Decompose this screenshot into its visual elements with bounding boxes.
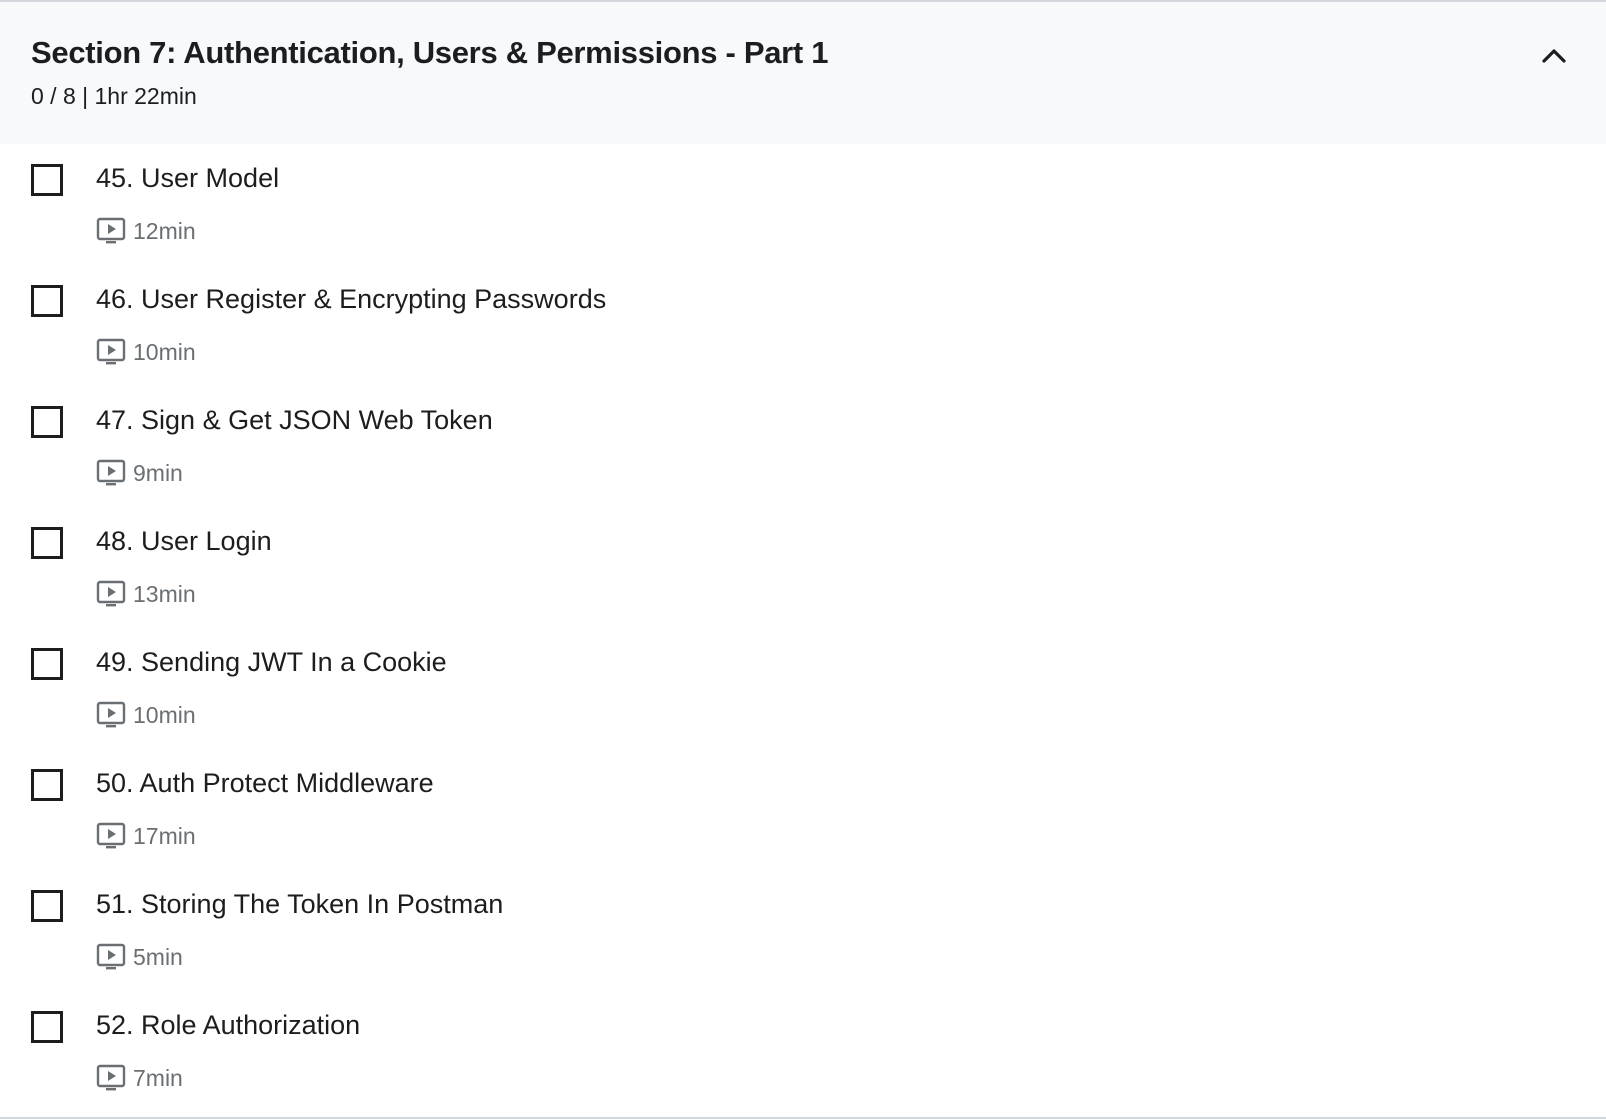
lecture-meta: 12min — [96, 216, 196, 246]
lecture-meta: 13min — [96, 579, 196, 609]
section-title: Section 7: Authentication, Users & Permi… — [31, 35, 829, 70]
lecture-meta: 10min — [96, 337, 196, 367]
lecture-title: 46. User Register & Encrypting Passwords — [96, 284, 607, 314]
chevron-up-icon[interactable] — [1536, 38, 1572, 74]
lecture-title: 45. User Model — [96, 163, 280, 193]
lecture-item[interactable]: 49. Sending JWT In a Cookie 10min — [0, 628, 1606, 749]
lecture-item[interactable]: 51. Storing The Token In Postman 5min — [0, 870, 1606, 991]
lecture-item[interactable]: 52. Role Authorization 7min — [0, 991, 1606, 1112]
lecture-complete-checkbox[interactable] — [31, 1011, 63, 1043]
lecture-duration: 7min — [133, 1065, 183, 1091]
lecture-complete-checkbox[interactable] — [31, 890, 63, 922]
lecture-title: 51. Storing The Token In Postman — [96, 889, 504, 919]
lecture-title: 48. User Login — [96, 526, 272, 556]
section-progress-duration: 0 / 8 | 1hr 22min — [31, 83, 197, 109]
lecture-title: 49. Sending JWT In a Cookie — [96, 647, 447, 677]
video-icon — [96, 822, 126, 850]
lecture-meta: 17min — [96, 821, 196, 851]
lecture-title: 47. Sign & Get JSON Web Token — [96, 405, 493, 435]
video-icon — [96, 338, 126, 366]
lecture-duration: 10min — [133, 339, 196, 365]
video-icon — [96, 943, 126, 971]
lecture-complete-checkbox[interactable] — [31, 406, 63, 438]
lecture-duration: 10min — [133, 702, 196, 728]
video-icon — [96, 1064, 126, 1092]
lecture-item[interactable]: 46. User Register & Encrypting Passwords… — [0, 265, 1606, 386]
section-divider — [0, 1117, 1606, 1119]
lecture-item[interactable]: 47. Sign & Get JSON Web Token 9min — [0, 386, 1606, 507]
section-header[interactable]: Section 7: Authentication, Users & Permi… — [0, 2, 1606, 144]
lecture-meta: 10min — [96, 700, 196, 730]
lecture-title: 52. Role Authorization — [96, 1010, 361, 1040]
lecture-duration: 9min — [133, 460, 183, 486]
course-section-panel: Section 7: Authentication, Users & Permi… — [0, 0, 1606, 1120]
lecture-duration: 5min — [133, 944, 183, 970]
lecture-duration: 17min — [133, 823, 196, 849]
lecture-item[interactable]: 45. User Model 12min — [0, 144, 1606, 265]
lecture-title: 50. Auth Protect Middleware — [96, 768, 434, 798]
lecture-item[interactable]: 48. User Login 13min — [0, 507, 1606, 628]
lecture-complete-checkbox[interactable] — [31, 164, 63, 196]
video-icon — [96, 580, 126, 608]
video-icon — [96, 459, 126, 487]
lecture-list: 45. User Model 12min 46. User Register &… — [0, 144, 1606, 1112]
lecture-complete-checkbox[interactable] — [31, 527, 63, 559]
lecture-duration: 13min — [133, 581, 196, 607]
lecture-meta: 5min — [96, 942, 183, 972]
lecture-meta: 7min — [96, 1063, 183, 1093]
lecture-complete-checkbox[interactable] — [31, 769, 63, 801]
lecture-meta: 9min — [96, 458, 183, 488]
lecture-item[interactable]: 50. Auth Protect Middleware 17min — [0, 749, 1606, 870]
video-icon — [96, 701, 126, 729]
lecture-duration: 12min — [133, 218, 196, 244]
video-icon — [96, 217, 126, 245]
lecture-complete-checkbox[interactable] — [31, 285, 63, 317]
lecture-complete-checkbox[interactable] — [31, 648, 63, 680]
